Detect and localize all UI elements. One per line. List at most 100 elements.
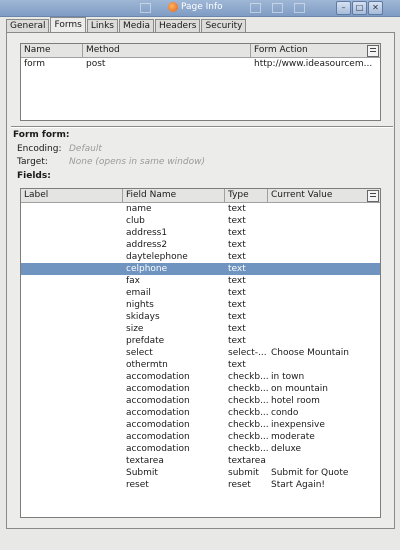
field-type-cell: text xyxy=(228,264,246,274)
tab-forms[interactable]: Forms xyxy=(50,17,86,33)
table-row[interactable]: skidays text xyxy=(21,311,380,323)
field-name-cell: club xyxy=(126,216,145,226)
field-name-cell: accomodation xyxy=(126,384,190,394)
table-row[interactable]: othermtn text xyxy=(21,359,380,371)
field-type-cell: submit xyxy=(228,468,259,478)
field-type-cell: reset xyxy=(228,480,251,490)
tab-security[interactable]: Security xyxy=(201,19,247,33)
table-row[interactable]: nights text xyxy=(21,299,380,311)
field-name-cell: textarea xyxy=(126,456,164,466)
table-row[interactable]: accomodation checkb... in town xyxy=(21,371,380,383)
table-row[interactable]: size text xyxy=(21,323,380,335)
section-divider xyxy=(11,126,393,128)
table-row[interactable]: reset reset Start Again! xyxy=(21,479,380,491)
field-value-cell: moderate xyxy=(271,432,315,442)
encoding-label: Encoding: xyxy=(17,144,62,154)
forms-panel: Name Method Form Action form post http:/… xyxy=(6,32,395,529)
field-value-cell: Choose Mountain xyxy=(271,348,350,358)
field-type-cell: text xyxy=(228,240,246,250)
tab-media[interactable]: Media xyxy=(118,19,154,33)
field-type-cell: checkb... xyxy=(228,432,268,442)
field-value-cell: in town xyxy=(271,372,305,382)
table-bottom-edge xyxy=(20,545,387,550)
titlebar-faint-icon xyxy=(294,3,305,13)
titlebar-faint-icon xyxy=(250,3,261,13)
column-header-method[interactable]: Method xyxy=(83,44,251,57)
form-row[interactable]: form post http://www.ideasourcem... xyxy=(21,58,380,70)
field-type-cell: text xyxy=(228,252,246,262)
table-row[interactable]: textarea textarea xyxy=(21,455,380,467)
field-type-cell: text xyxy=(228,216,246,226)
field-type-cell: checkb... xyxy=(228,420,268,430)
target-label: Target: xyxy=(17,157,48,167)
field-value-cell: on mountain xyxy=(271,384,329,394)
table-row[interactable]: accomodation checkb... inexpensive xyxy=(21,419,380,431)
table-row[interactable]: daytelephone text xyxy=(21,251,380,263)
minimize-icon[interactable]: – xyxy=(336,1,351,15)
table-row[interactable]: address1 text xyxy=(21,227,380,239)
field-name-cell: address2 xyxy=(126,240,168,250)
table-row[interactable]: accomodation checkb... deluxe xyxy=(21,443,380,455)
tab-links[interactable]: Links xyxy=(86,19,118,33)
table-row[interactable]: celphone text xyxy=(21,263,380,275)
field-type-cell: checkb... xyxy=(228,444,268,454)
field-name-cell: prefdate xyxy=(126,336,165,346)
column-picker-icon[interactable] xyxy=(367,45,379,57)
tab-strip: General Forms Links Media Headers Securi… xyxy=(6,17,247,33)
field-name-cell: skidays xyxy=(126,312,160,322)
field-type-cell: checkb... xyxy=(228,372,268,382)
forms-table-header: Name Method Form Action xyxy=(21,44,380,58)
tab-headers[interactable]: Headers xyxy=(155,19,201,33)
field-type-cell: text xyxy=(228,228,246,238)
table-row[interactable]: address2 text xyxy=(21,239,380,251)
table-row[interactable]: fax text xyxy=(21,275,380,287)
forms-table[interactable]: Name Method Form Action form post http:/… xyxy=(20,43,381,121)
field-name-cell: accomodation xyxy=(126,408,190,418)
field-type-cell: text xyxy=(228,336,246,346)
table-row[interactable]: club text xyxy=(21,215,380,227)
window-titlebar: Page Info – □ ✕ xyxy=(0,0,400,17)
field-name-cell: reset xyxy=(126,480,149,490)
fields-table[interactable]: Label Field Name Type Current Value name… xyxy=(20,188,381,518)
tab-general[interactable]: General xyxy=(6,19,50,33)
table-row[interactable]: accomodation checkb... condo xyxy=(21,407,380,419)
field-name-cell: accomodation xyxy=(126,396,190,406)
window-title: Page Info xyxy=(181,2,223,12)
field-type-cell: text xyxy=(228,276,246,286)
form-name-cell: form xyxy=(24,59,45,69)
column-header-form-action[interactable]: Form Action xyxy=(251,44,364,57)
field-name-cell: select xyxy=(126,348,153,358)
table-row[interactable]: email text xyxy=(21,287,380,299)
field-type-cell: text xyxy=(228,324,246,334)
field-type-cell: checkb... xyxy=(228,396,268,406)
column-header-type[interactable]: Type xyxy=(225,189,268,202)
column-header-current-value[interactable]: Current Value xyxy=(268,189,367,202)
field-type-cell: select-... xyxy=(228,348,267,358)
field-value-cell: hotel room xyxy=(271,396,320,406)
field-type-cell: text xyxy=(228,204,246,214)
column-header-name[interactable]: Name xyxy=(21,44,83,57)
column-header-field-name[interactable]: Field Name xyxy=(123,189,225,202)
column-picker-icon[interactable] xyxy=(367,190,379,202)
field-name-cell: size xyxy=(126,324,144,334)
form-title-label: Form form: xyxy=(13,130,70,140)
table-row[interactable]: Submit submit Submit for Quote xyxy=(21,467,380,479)
field-name-cell: othermtn xyxy=(126,360,168,370)
fields-table-body: name text club text address1 text address2 text… xyxy=(21,203,380,491)
field-value-cell: inexpensive xyxy=(271,420,325,430)
table-row[interactable]: name text xyxy=(21,203,380,215)
close-icon[interactable]: ✕ xyxy=(368,1,383,15)
table-row[interactable]: accomodation checkb... on mountain xyxy=(21,383,380,395)
field-value-cell: Start Again! xyxy=(271,480,326,490)
field-name-cell: email xyxy=(126,288,151,298)
column-header-label[interactable]: Label xyxy=(21,189,123,202)
table-row[interactable]: select select-... Choose Mountain xyxy=(21,347,380,359)
titlebar-faint-icon xyxy=(272,3,283,13)
table-row[interactable]: accomodation checkb... moderate xyxy=(21,431,380,443)
maximize-icon[interactable]: □ xyxy=(352,1,367,15)
field-name-cell: celphone xyxy=(126,264,168,274)
fields-table-header: Label Field Name Type Current Value xyxy=(21,189,380,203)
form-action-cell: http://www.ideasourcem... xyxy=(254,59,373,69)
table-row[interactable]: accomodation checkb... hotel room xyxy=(21,395,380,407)
table-row[interactable]: prefdate text xyxy=(21,335,380,347)
